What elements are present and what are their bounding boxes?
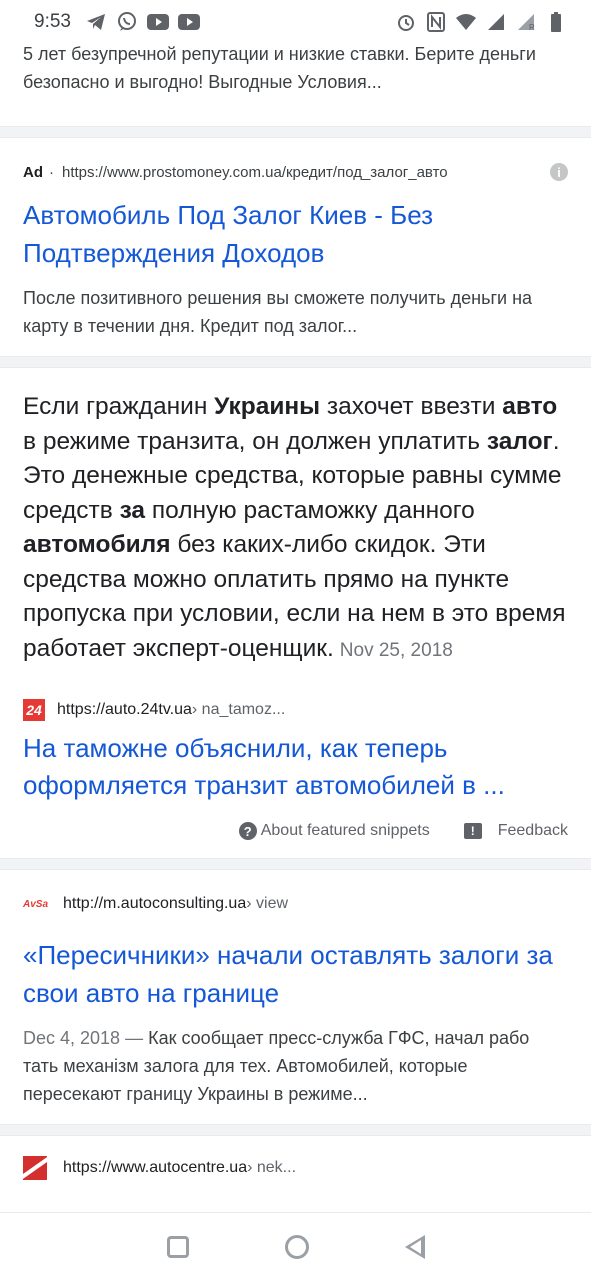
search-result: https://www.autocentre.ua › nek... [0,1136,591,1196]
ad-url[interactable]: https://www.prostomoney.com.ua/кредит/по… [62,164,544,181]
ad-description: После позитивного решения вы сможете пол… [23,288,533,336]
telegram-icon [85,11,107,33]
source-breadcrumb: › view [246,895,289,912]
ad-url-line: Ad · https://www.prostomoney.com.ua/кред… [23,160,568,184]
site-favicon: 24 [23,699,45,721]
feedback-link[interactable]: ! Feedback [463,822,568,840]
highlighted-term: залог [486,427,553,455]
highlighted-term: автомобиля [23,531,171,558]
snippet-text-part: Если гражданин [23,393,215,420]
wifi-icon [455,11,477,33]
viber-icon [116,11,138,33]
result-date-separator: — [120,1028,149,1048]
snippet-description: 5 лет безупречной репутации и низкие ста… [23,44,536,92]
recents-icon[interactable] [166,1235,189,1258]
result-description: Dec 4, 2018 — Как сообщает пресс-служба … [23,1024,568,1108]
source-url: http://m.autoconsulting.ua [63,895,247,912]
featured-source-line[interactable]: 24 https://auto.24tv.ua › na_tamoz... [23,698,568,722]
feedback-label: Feedback [497,822,568,839]
site-favicon: AvSa [23,898,49,910]
source-url: https://www.autocentre.ua [63,1159,248,1176]
snippet-text-part: в режиме транзита, он должен уплатить [23,427,487,455]
help-icon: ? [238,822,257,840]
result-divider [0,126,591,138]
signal-icon [485,11,507,33]
featured-snippet: Если гражданин Украины захочет ввезти ав… [0,368,591,858]
featured-snippet-text: Если гражданин Украины захочет ввезти ав… [23,390,568,668]
highlighted-term: Украины [214,393,321,420]
battery-icon [545,11,567,33]
featured-title-link[interactable]: На таможне объяснили, как теперь оформля… [23,730,568,804]
ad-title-link[interactable]: Автомобиль Под Залог Киев - Без Подтверж… [23,196,568,272]
source-breadcrumb: › na_tamoz... [191,701,286,718]
result-title-link[interactable]: «Пересичники» начали оставлять залоги за… [23,936,568,1012]
snippet-text-part: захочет ввезти [320,393,503,420]
about-featured-snippets-link[interactable]: ? About featured snippets [238,822,430,840]
signal-roaming-icon: R [515,11,537,33]
svg-text:R: R [529,23,535,31]
about-featured-snippets-label: About featured snippets [260,822,430,839]
top-snippet-card: 5 лет безупречной репутации и низкие ста… [0,40,591,126]
highlighted-term: авто [502,393,558,420]
result-source-line[interactable]: AvSa http://m.autoconsulting.ua › view [23,892,568,916]
search-results: 5 лет безупречной репутации и низкие ста… [0,40,591,1196]
android-nav-bar [0,1212,591,1280]
ad-label: Ad [23,163,43,181]
alarm-icon [395,11,417,33]
result-date: Dec 4, 2018 [23,1028,121,1048]
result-source-line[interactable]: https://www.autocentre.ua › nek... [23,1156,568,1180]
ad-separator: · [49,163,54,181]
result-divider [0,1124,591,1136]
home-icon[interactable] [284,1234,309,1259]
youtube-icon [177,11,200,33]
snippet-text-part: полную растаможку данного [145,496,475,524]
feedback-icon: ! [463,823,482,839]
status-bar: 9:53 R [0,0,591,44]
highlighted-term: за [119,496,146,524]
status-time: 9:53 [34,11,71,32]
back-icon[interactable] [404,1234,425,1259]
source-breadcrumb: › nek... [247,1159,297,1176]
nfc-icon [425,11,447,33]
system-icons: R [395,11,567,33]
source-url: https://auto.24tv.ua [57,701,192,718]
result-divider [0,858,591,870]
site-favicon [23,1156,47,1180]
search-result: AvSa http://m.autoconsulting.ua › view «… [0,870,591,1124]
notification-icons [85,11,200,33]
featured-snippet-date: Nov 25, 2018 [339,639,453,661]
result-divider [0,356,591,368]
ad-result: Ad · https://www.prostomoney.com.ua/кред… [0,138,591,356]
youtube-icon [146,11,169,33]
snippet-footer: ? About featured snippets ! Feedback [23,822,568,840]
info-icon[interactable]: i [550,163,568,181]
